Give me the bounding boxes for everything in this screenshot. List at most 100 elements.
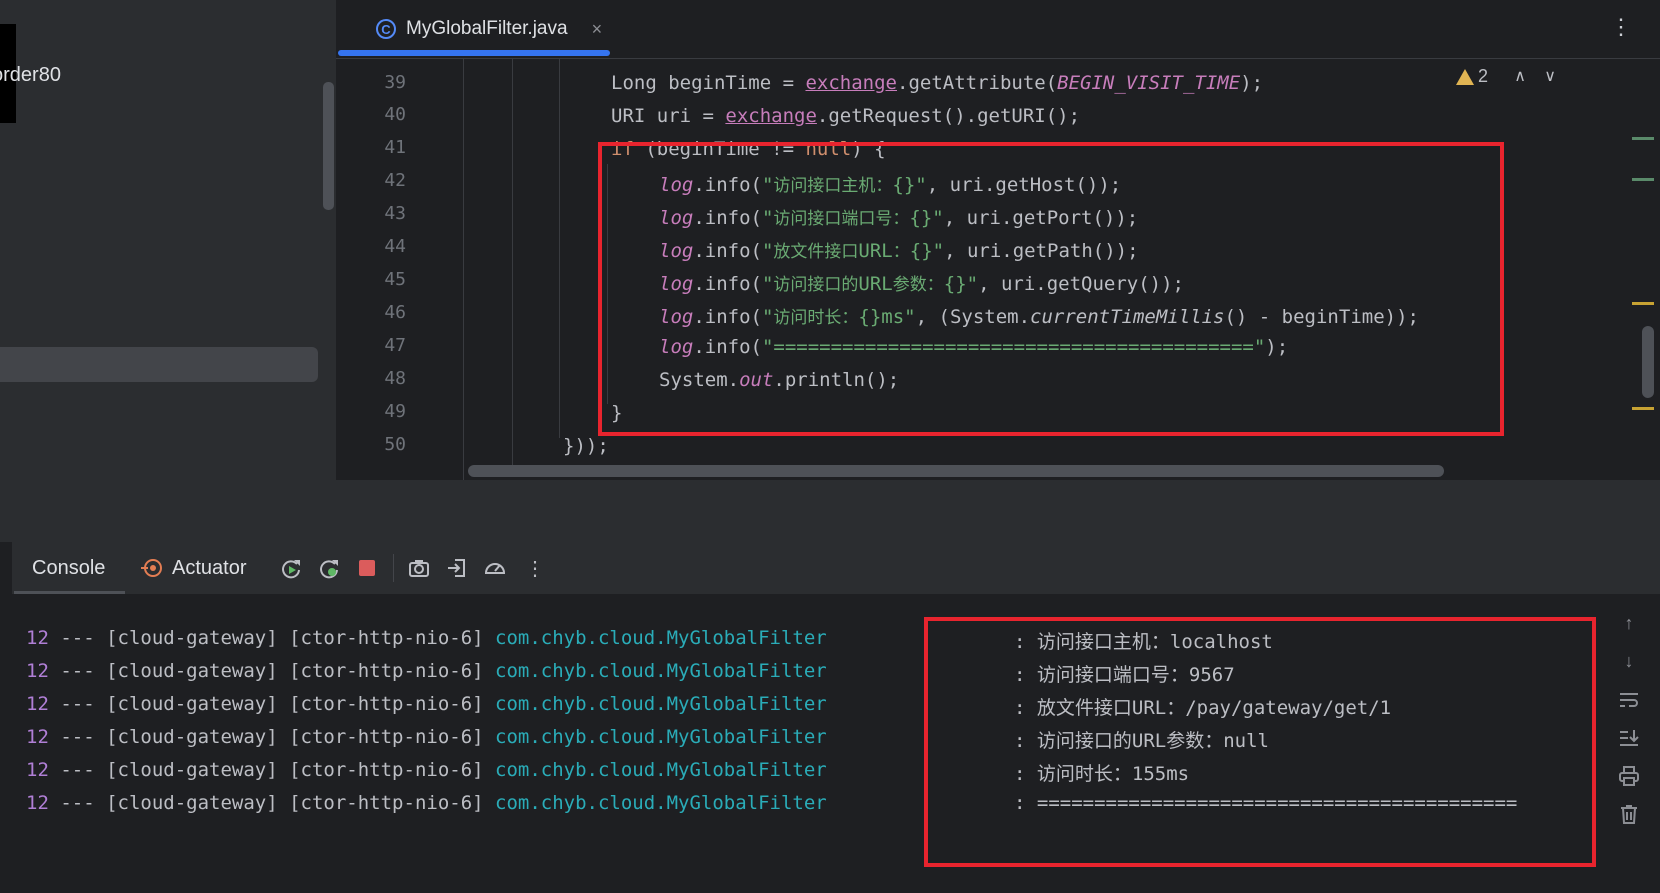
code-editor: C MyGlobalFilter.java × ⋮ 39 40 41 42 43… (336, 0, 1660, 480)
stop-icon[interactable] (354, 555, 380, 581)
project-name-label: order80 (0, 64, 61, 86)
inspection-widget[interactable]: 2 (1455, 66, 1488, 87)
code-line-50[interactable]: })); (563, 435, 609, 457)
log-thread: --- [cloud-gateway] [ctor-http-nio-6] (48, 759, 496, 781)
warning-marker[interactable] (1632, 302, 1654, 305)
log-logger: com.chyb.cloud.MyGlobalFilter (495, 660, 827, 682)
log-logger: com.chyb.cloud.MyGlobalFilter (495, 726, 827, 748)
log-thread: --- [cloud-gateway] [ctor-http-nio-6] (48, 792, 496, 814)
chevron-down-icon[interactable]: ∨ (1544, 66, 1556, 86)
console-log-line[interactable]: 12 --- [cloud-gateway] [ctor-http-nio-6]… (26, 792, 827, 814)
line-number: 45 (384, 269, 406, 290)
toolbar-separator (393, 554, 394, 582)
scroll-to-end-icon[interactable] (1616, 725, 1642, 751)
code-token: Long (611, 72, 657, 94)
log-pid: 12 (26, 660, 49, 682)
java-class-icon: C (376, 19, 396, 39)
code-token: ); (1240, 72, 1264, 94)
warning-icon (1455, 68, 1474, 85)
login-icon[interactable] (444, 555, 470, 581)
editor-vertical-scrollbar[interactable] (1642, 326, 1654, 398)
tab-console[interactable]: Console (14, 542, 126, 594)
code-token: .getRequest().getURI(); (816, 105, 1081, 127)
console-log-line[interactable]: 12 --- [cloud-gateway] [ctor-http-nio-6]… (26, 627, 827, 649)
line-number: 44 (384, 236, 406, 257)
log-pid: 12 (26, 627, 49, 649)
profiler-icon[interactable] (482, 555, 508, 581)
code-token: uri = (645, 105, 726, 127)
log-logger: com.chyb.cloud.MyGlobalFilter (495, 627, 827, 649)
console-toolbar: Console Actuator ⋮ (12, 542, 1660, 594)
log-pid: 12 (26, 726, 49, 748)
log-logger: com.chyb.cloud.MyGlobalFilter (495, 792, 827, 814)
gutter-divider (463, 58, 464, 480)
console-log-line[interactable]: 12 --- [cloud-gateway] [ctor-http-nio-6]… (26, 759, 827, 781)
trash-icon[interactable] (1616, 801, 1642, 827)
log-pid: 12 (26, 693, 49, 715)
more-options-icon[interactable]: ⋮ (1610, 14, 1632, 40)
more-options-icon[interactable]: ⋮ (522, 555, 548, 581)
annotation-highlight-box (598, 142, 1504, 436)
code-token: exchange (805, 72, 897, 94)
code-token: beginTime = (656, 72, 806, 94)
active-tab-indicator (338, 50, 610, 56)
code-line-39[interactable]: Long beginTime = exchange.getAttribute(B… (611, 72, 1263, 94)
scroll-down-icon[interactable]: ↓ (1616, 648, 1642, 674)
console-log-line[interactable]: 12 --- [cloud-gateway] [ctor-http-nio-6]… (26, 726, 827, 748)
line-number: 47 (384, 335, 406, 356)
code-token: exchange (725, 105, 817, 127)
scroll-up-icon[interactable]: ↑ (1616, 610, 1642, 636)
tab-label: MyGlobalFilter.java (406, 18, 568, 39)
log-logger: com.chyb.cloud.MyGlobalFilter (495, 693, 827, 715)
console-log-line[interactable]: 12 --- [cloud-gateway] [ctor-http-nio-6]… (26, 693, 827, 715)
sidebar-scrollbar[interactable] (323, 82, 334, 210)
log-pid: 12 (26, 792, 49, 814)
warning-count: 2 (1477, 66, 1488, 86)
annotation-highlight-box (924, 617, 1596, 867)
change-marker[interactable] (1632, 178, 1654, 181)
code-token: .getAttribute( (897, 72, 1058, 94)
line-number: 46 (384, 302, 406, 323)
log-pid: 12 (26, 759, 49, 781)
chevron-up-icon[interactable]: ∧ (1514, 66, 1526, 86)
log-thread: --- [cloud-gateway] [ctor-http-nio-6] (48, 693, 496, 715)
line-number: 50 (384, 434, 406, 455)
tab-actuator-label: Actuator (172, 556, 247, 579)
rerun-icon[interactable] (278, 555, 304, 581)
project-sidebar: order80 (0, 0, 336, 480)
warning-marker[interactable] (1632, 407, 1654, 410)
line-number: 43 (384, 203, 406, 224)
line-number-gutter: 39 40 41 42 43 44 45 46 47 48 49 50 (336, 58, 466, 480)
line-number: 42 (384, 170, 406, 191)
log-logger: com.chyb.cloud.MyGlobalFilter (495, 759, 827, 781)
tab-actuator[interactable]: Actuator (140, 542, 246, 594)
soft-wrap-icon[interactable] (1616, 687, 1642, 713)
tab-console-label: Console (32, 556, 106, 579)
active-tab-indicator (14, 591, 126, 594)
line-number: 39 (384, 72, 406, 93)
tool-window-separator (0, 480, 1660, 542)
line-number: 49 (384, 401, 406, 422)
run-tool-window: Console Actuator ⋮ 12 --- [cloud-gateway… (12, 542, 1660, 893)
project-tree-item[interactable]: order80 (0, 64, 69, 87)
line-number: 40 (384, 104, 406, 125)
change-marker[interactable] (1632, 137, 1654, 140)
project-tree-selected-row[interactable] (0, 347, 318, 382)
print-icon[interactable] (1616, 763, 1642, 789)
actuator-icon (141, 559, 162, 577)
code-token: BEGIN_VISIT_TIME (1057, 72, 1241, 94)
line-number: 48 (384, 368, 406, 389)
line-number: 41 (384, 137, 406, 158)
indent-guide (559, 58, 560, 438)
log-thread: --- [cloud-gateway] [ctor-http-nio-6] (48, 627, 496, 649)
code-line-40[interactable]: URI uri = exchange.getRequest().getURI()… (611, 105, 1080, 127)
indent-guide (512, 58, 513, 468)
code-token: URI (611, 105, 646, 127)
log-thread: --- [cloud-gateway] [ctor-http-nio-6] (48, 726, 496, 748)
editor-horizontal-scrollbar[interactable] (468, 465, 1444, 477)
console-log-line[interactable]: 12 --- [cloud-gateway] [ctor-http-nio-6]… (26, 660, 827, 682)
close-icon[interactable]: × (592, 19, 603, 40)
camera-icon[interactable] (406, 555, 432, 581)
rerun-debug-icon[interactable] (316, 555, 342, 581)
code-token: })); (563, 435, 609, 457)
